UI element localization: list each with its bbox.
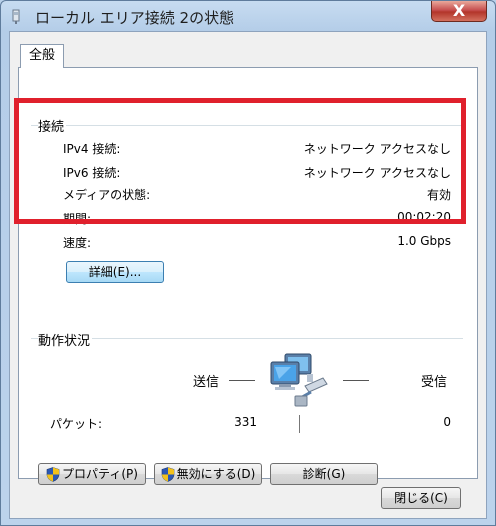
activity-group-line bbox=[31, 338, 463, 339]
sent-line bbox=[229, 380, 255, 381]
diagnose-button[interactable]: 診断(G) bbox=[270, 463, 378, 485]
close-button[interactable]: 閉じる(C) bbox=[381, 487, 461, 509]
speed-label: 速度: bbox=[63, 236, 92, 250]
network-computers-icon bbox=[270, 353, 328, 407]
packets-sent-value: 331 bbox=[234, 415, 257, 429]
activity-group-title: 動作状況 bbox=[38, 330, 93, 349]
title-bar[interactable]: ローカル エリア接続 2の状態 X bbox=[1, 1, 495, 33]
close-window-button[interactable]: X bbox=[431, 1, 487, 22]
tab-general[interactable]: 全般 bbox=[20, 44, 64, 68]
packets-received-value: 0 bbox=[443, 415, 451, 429]
sent-label: 送信 bbox=[193, 375, 220, 390]
speed-value: 1.0 Gbps bbox=[397, 234, 451, 248]
status-window: ローカル エリア接続 2の状態 X 全般 接続 IPv4 接続: ネットワーク … bbox=[0, 0, 496, 526]
network-adapter-icon bbox=[12, 9, 20, 24]
properties-button-label: プロパティ(P) bbox=[62, 467, 138, 481]
packets-divider bbox=[299, 415, 300, 433]
received-line bbox=[343, 380, 369, 381]
window-title: ローカル エリア接続 2の状態 bbox=[35, 9, 235, 27]
uac-shield-icon bbox=[46, 467, 60, 482]
disable-button-label: 無効にする(D) bbox=[176, 467, 256, 481]
received-label: 受信 bbox=[421, 375, 448, 390]
disable-button[interactable]: 無効にする(D) bbox=[154, 463, 262, 485]
packets-label: パケット: bbox=[50, 417, 103, 431]
annotation-highlight-box bbox=[14, 98, 466, 224]
properties-button[interactable]: プロパティ(P) bbox=[38, 463, 146, 485]
details-button[interactable]: 詳細(E)... bbox=[66, 261, 164, 283]
uac-shield-icon bbox=[161, 467, 174, 482]
